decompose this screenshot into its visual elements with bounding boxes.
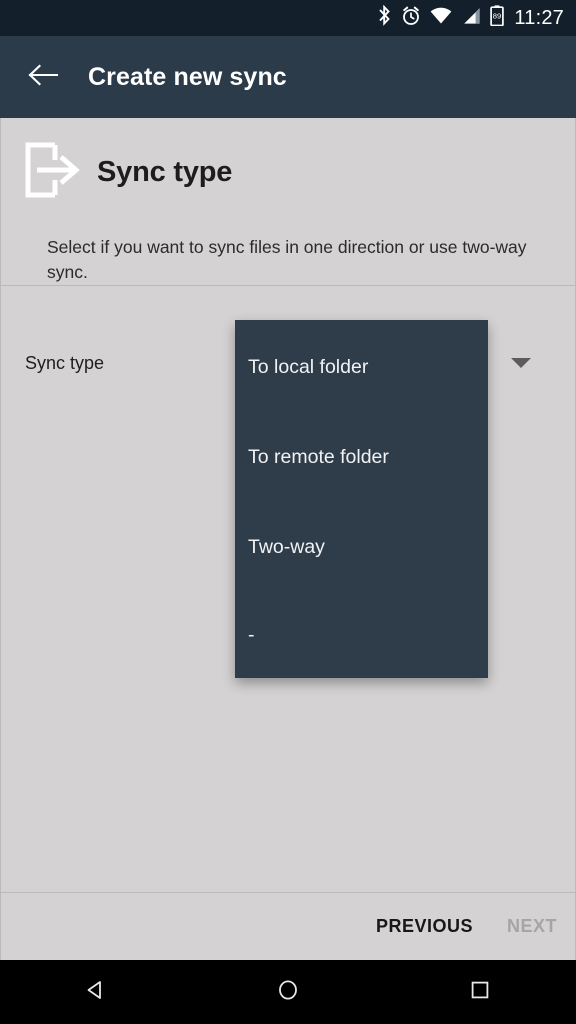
page-title: Sync type xyxy=(97,156,232,189)
wizard-button-bar: PREVIOUS NEXT xyxy=(0,892,576,960)
battery-level-text: 89 xyxy=(493,12,501,21)
dropdown-option-to-local-folder[interactable]: To local folder xyxy=(248,358,476,378)
next-button: NEXT xyxy=(507,916,557,937)
header-divider xyxy=(1,285,576,286)
back-arrow-icon xyxy=(28,63,58,92)
status-bar-clock: 11:27 xyxy=(514,8,564,28)
app-bar: Create new sync xyxy=(0,36,576,118)
battery-icon: 89 xyxy=(490,5,504,31)
section-header-row: Sync type xyxy=(23,142,551,203)
cell-signal-icon xyxy=(461,7,481,30)
android-navigation-bar xyxy=(0,960,576,1024)
back-button[interactable] xyxy=(12,46,74,108)
nav-home-button[interactable] xyxy=(256,960,320,1024)
wifi-icon xyxy=(430,7,452,30)
section-description: Select if you want to sync files in one … xyxy=(47,235,552,285)
dropdown-option-two-way[interactable]: Two-way xyxy=(248,538,476,558)
app-bar-title: Create new sync xyxy=(88,63,287,92)
sync-type-dropdown-menu[interactable]: To local folder To remote folder Two-way… xyxy=(235,320,488,678)
dropdown-option-none[interactable]: - xyxy=(248,626,476,646)
section-header: Sync type Select if you want to sync fil… xyxy=(1,118,575,285)
dropdown-option-to-remote-folder[interactable]: To remote folder xyxy=(248,448,476,468)
bluetooth-icon xyxy=(377,5,392,31)
chevron-down-icon[interactable] xyxy=(511,358,531,368)
nav-back-button[interactable] xyxy=(64,960,128,1024)
nav-home-icon xyxy=(275,977,301,1008)
nav-recents-button[interactable] xyxy=(448,960,512,1024)
nav-recents-icon xyxy=(467,977,493,1008)
export-sync-icon xyxy=(23,142,81,203)
wizard-content: Sync type Select if you want to sync fil… xyxy=(0,118,576,892)
status-bar-icons: 89 xyxy=(377,5,504,31)
alarm-icon xyxy=(401,6,421,31)
nav-back-icon xyxy=(83,977,109,1008)
sync-type-label: Sync type xyxy=(25,353,104,374)
status-bar: 89 11:27 xyxy=(0,0,576,36)
android-screen: 89 11:27 Create new sync xyxy=(0,0,576,1024)
previous-button[interactable]: PREVIOUS xyxy=(376,916,473,937)
